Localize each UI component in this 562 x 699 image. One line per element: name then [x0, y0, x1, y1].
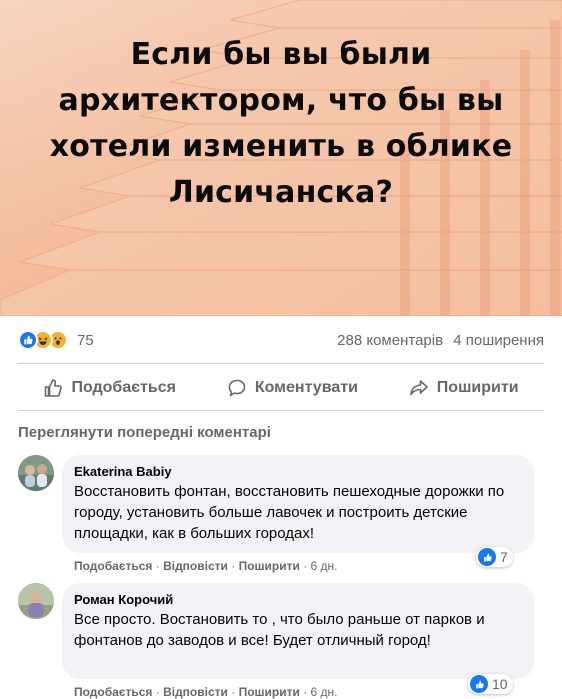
avatar[interactable] — [18, 583, 54, 619]
comment-author[interactable]: Ekaterina Babiy — [74, 463, 522, 481]
comment-icon — [228, 379, 246, 397]
post-headline: Если бы вы были архитектором, что бы вы … — [49, 37, 513, 210]
comment-bubble: Ekaterina Babiy Восстановить фонтан, вос… — [62, 455, 534, 553]
like-icon — [470, 675, 488, 693]
comment-button[interactable]: Коментувати — [215, 372, 370, 404]
comment-text: Все просто. Востановить то , что было ра… — [74, 611, 485, 649]
avatar[interactable] — [18, 455, 54, 491]
comment-reactions[interactable]: 10 — [468, 674, 513, 694]
divider — [18, 363, 544, 364]
post-image[interactable]: Если бы вы были архитектором, что бы вы … — [0, 0, 562, 316]
comment-meta: Подобається · Відповісти · Поширити · 6 … — [74, 559, 338, 573]
comment-item: Роман Корочий Все просто. Востановить то… — [18, 583, 544, 699]
comment-like-link[interactable]: Подобається — [74, 685, 152, 699]
like-button-label: Подобається — [71, 379, 176, 396]
like-button[interactable]: Подобається — [31, 372, 188, 404]
post-stats: 75 288 коментарів 4 поширення — [18, 326, 544, 354]
reaction-count: 75 — [77, 331, 94, 349]
thumbs-up-icon — [45, 379, 63, 397]
comments-count[interactable]: 288 коментарів — [337, 332, 443, 349]
comment-reaction-count: 7 — [500, 549, 508, 565]
comment-reactions[interactable]: 7 — [476, 547, 513, 567]
comment-meta: Подобається · Відповісти · Поширити · 6 … — [74, 685, 338, 699]
like-icon — [478, 548, 496, 566]
like-icon — [18, 330, 38, 350]
comment-text: Восстановить фонтан, восстановить пешехо… — [74, 483, 505, 542]
comment-author[interactable]: Роман Корочий — [74, 591, 522, 609]
comment-time[interactable]: 6 дн. — [311, 559, 338, 573]
share-arrow-icon — [409, 380, 428, 396]
post-actions: Подобається Коментувати Поширити — [18, 366, 544, 410]
share-button-label: Поширити — [436, 379, 519, 396]
shares-count[interactable]: 4 поширення — [453, 332, 544, 349]
comment-share-link[interactable]: Поширити — [239, 559, 300, 573]
share-button[interactable]: Поширити — [397, 372, 531, 404]
comment-reaction-count: 10 — [492, 676, 508, 692]
comment-share-link[interactable]: Поширити — [239, 685, 300, 699]
comment-button-label: Коментувати — [254, 379, 358, 396]
comment-bubble: Роман Корочий Все просто. Востановить то… — [62, 583, 534, 679]
divider — [18, 410, 544, 411]
comment-like-link[interactable]: Подобається — [74, 559, 152, 573]
comment-reply-link[interactable]: Відповісти — [163, 685, 228, 699]
comment-item: Ekaterina Babiy Восстановить фонтан, вос… — [18, 455, 544, 575]
comment-time[interactable]: 6 дн. — [311, 685, 338, 699]
reactions-summary[interactable]: 75 — [18, 330, 94, 350]
view-previous-comments-link[interactable]: Переглянути попередні коментарі — [18, 424, 271, 441]
comment-reply-link[interactable]: Відповісти — [163, 559, 228, 573]
